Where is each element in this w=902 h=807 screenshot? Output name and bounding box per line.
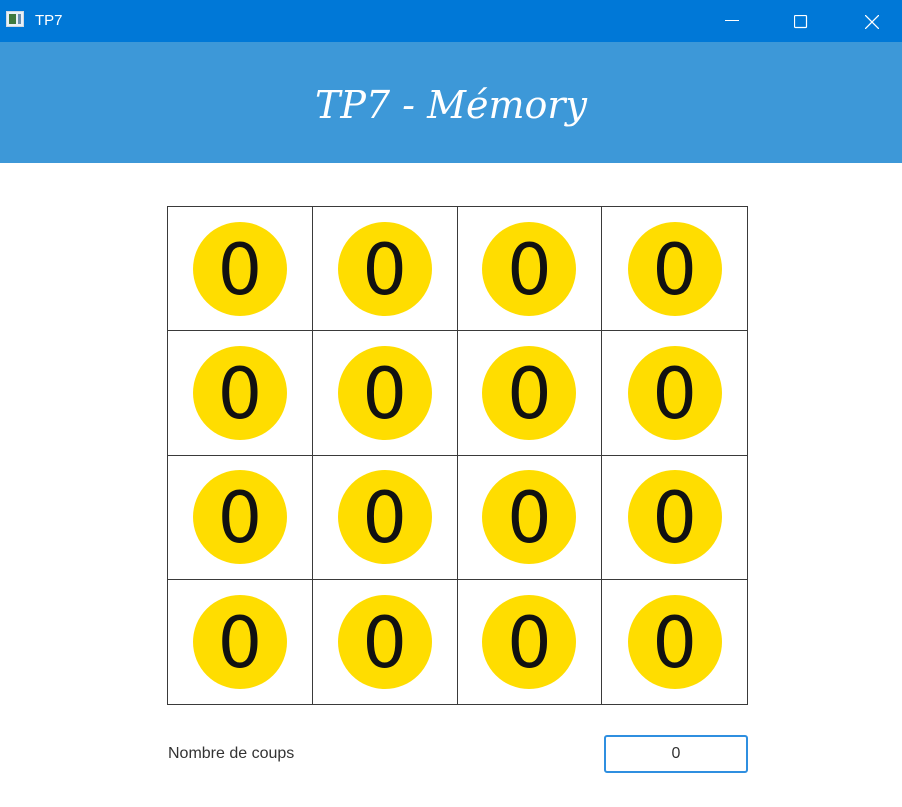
card-value: 0 bbox=[652, 352, 697, 435]
card: 0 bbox=[337, 221, 432, 316]
card-value: 0 bbox=[217, 352, 263, 435]
card-cell[interactable]: 0 bbox=[457, 207, 603, 332]
card-cell[interactable]: 0 bbox=[168, 455, 313, 580]
card-cell[interactable]: 0 bbox=[602, 579, 747, 704]
maximize-icon bbox=[794, 15, 808, 29]
card-value: 0 bbox=[507, 352, 552, 435]
card: 0 bbox=[482, 221, 577, 316]
card-value: 0 bbox=[217, 477, 263, 560]
card-value: 0 bbox=[652, 477, 697, 560]
card-cell[interactable]: 0 bbox=[602, 207, 747, 332]
moves-label: Nombre de coups bbox=[168, 745, 295, 762]
card: 0 bbox=[337, 594, 432, 689]
card: 0 bbox=[192, 594, 287, 689]
card-cell[interactable]: 0 bbox=[312, 455, 458, 580]
card-cell[interactable]: 0 bbox=[602, 455, 747, 580]
memory-board: 0 0 0 0 0 0 0 0 0 0 0 0 0 0 0 0 bbox=[167, 206, 748, 705]
card-cell[interactable]: 0 bbox=[457, 331, 603, 456]
card-cell[interactable]: 0 bbox=[312, 579, 458, 704]
card: 0 bbox=[482, 470, 577, 565]
app-icon bbox=[6, 11, 24, 27]
moves-count-field[interactable]: 0 bbox=[604, 735, 748, 773]
card-value: 0 bbox=[362, 477, 407, 560]
card-cell[interactable]: 0 bbox=[168, 207, 313, 332]
app-window: TP7 TP7 - Mémory 0 0 0 0 0 0 0 0 0 0 0 0… bbox=[0, 0, 902, 807]
maximize-button[interactable] bbox=[777, 0, 823, 42]
card-cell[interactable]: 0 bbox=[168, 331, 313, 456]
app-title: TP7 - Mémory bbox=[314, 83, 588, 127]
card: 0 bbox=[337, 470, 432, 565]
card: 0 bbox=[192, 470, 287, 565]
close-icon bbox=[865, 15, 879, 29]
minimize-icon bbox=[725, 20, 739, 21]
card-value: 0 bbox=[652, 228, 697, 311]
card: 0 bbox=[627, 470, 722, 565]
card: 0 bbox=[627, 594, 722, 689]
card-value: 0 bbox=[507, 228, 552, 311]
minimize-button[interactable] bbox=[708, 0, 754, 42]
card-value: 0 bbox=[507, 477, 552, 560]
card-cell[interactable]: 0 bbox=[312, 207, 458, 332]
card: 0 bbox=[337, 345, 432, 440]
close-button[interactable] bbox=[848, 0, 894, 42]
card: 0 bbox=[482, 594, 577, 689]
card: 0 bbox=[627, 221, 722, 316]
card-value: 0 bbox=[362, 228, 407, 311]
card-value: 0 bbox=[652, 601, 697, 684]
card-cell[interactable]: 0 bbox=[168, 579, 313, 704]
card: 0 bbox=[192, 345, 287, 440]
card-cell[interactable]: 0 bbox=[602, 331, 747, 456]
card-cell[interactable]: 0 bbox=[312, 331, 458, 456]
card-cell[interactable]: 0 bbox=[457, 579, 603, 704]
card-value: 0 bbox=[362, 601, 407, 684]
card: 0 bbox=[192, 221, 287, 316]
card-value: 0 bbox=[507, 601, 552, 684]
card: 0 bbox=[627, 345, 722, 440]
card-cell[interactable]: 0 bbox=[457, 455, 603, 580]
card: 0 bbox=[482, 345, 577, 440]
header-banner: TP7 - Mémory bbox=[0, 42, 902, 163]
card-value: 0 bbox=[362, 352, 407, 435]
card-value: 0 bbox=[217, 601, 263, 684]
card-value: 0 bbox=[217, 228, 263, 311]
window-title: TP7 bbox=[35, 12, 63, 29]
title-bar: TP7 bbox=[0, 0, 902, 42]
